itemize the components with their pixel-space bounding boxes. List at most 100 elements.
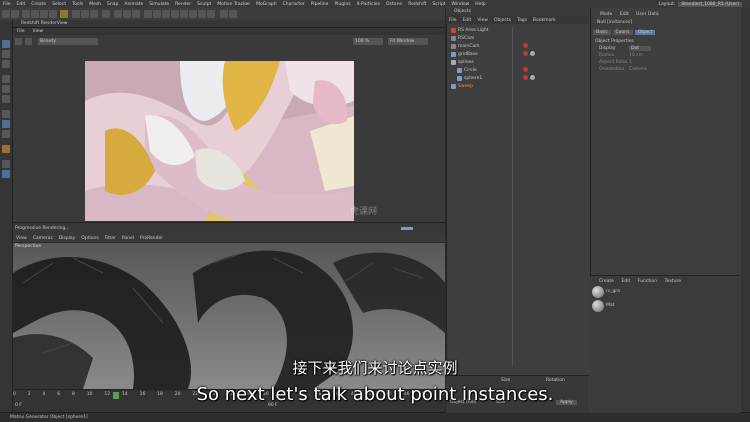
solo-icon[interactable]	[2, 160, 10, 168]
material-sphere-icon[interactable]	[592, 300, 604, 312]
menu-animate[interactable]: Animate	[121, 2, 146, 7]
obj-menu-objects[interactable]: Objects	[491, 18, 514, 23]
redo-icon[interactable]	[11, 10, 19, 18]
render-start-icon[interactable]	[15, 38, 22, 45]
menu-motion-tracker[interactable]: Motion Tracker	[214, 2, 253, 7]
render-tag-icon[interactable]	[523, 43, 528, 48]
menu-file[interactable]: File	[0, 2, 14, 7]
prop-display-value[interactable]: Dot	[629, 46, 651, 51]
texture-mode-icon[interactable]	[2, 50, 10, 58]
object-row-gridbase[interactable]: gridBase	[447, 51, 588, 58]
sculpt-icon[interactable]	[2, 145, 10, 153]
render-stop-icon[interactable]	[25, 38, 32, 45]
scale-tool-icon[interactable]	[40, 10, 48, 18]
menu-octane[interactable]: Octane	[383, 2, 405, 7]
menu-window[interactable]: Window	[449, 2, 473, 7]
menu-select[interactable]: Select	[49, 2, 69, 7]
viewport-menu-panel[interactable]: Panel	[119, 236, 137, 241]
tab-object[interactable]: Object	[634, 30, 656, 35]
viewport-menu-options[interactable]: Options	[78, 236, 101, 241]
object-row-splines[interactable]: splines	[447, 59, 588, 66]
object-row-sphere1[interactable]: sphere1	[447, 75, 588, 82]
obj-menu-edit[interactable]: Edit	[460, 18, 475, 23]
render-settings-icon[interactable]	[132, 10, 140, 18]
obj-menu-bookmark[interactable]: Bookmark	[530, 18, 559, 23]
menu-mesh[interactable]: Mesh	[86, 2, 104, 7]
obj-menu-view[interactable]: View	[474, 18, 491, 23]
attr-menu-user-data[interactable]: User Data	[633, 12, 661, 17]
deformer-icon[interactable]	[180, 10, 188, 18]
zoom-field[interactable]: 100 %	[353, 38, 383, 45]
menu-edit[interactable]: Edit	[14, 2, 29, 7]
menu-snap[interactable]: Snap	[104, 2, 121, 7]
menu-create[interactable]: Create	[28, 2, 49, 7]
menu-simulate[interactable]: Simulate	[146, 2, 172, 7]
model-mode-icon[interactable]	[2, 40, 10, 48]
material-sphere-icon[interactable]	[592, 286, 604, 298]
menu-mograph[interactable]: MoGraph	[253, 2, 279, 7]
attr-menu-mode[interactable]: Mode	[597, 12, 615, 17]
undo-icon[interactable]	[2, 10, 10, 18]
viewport-menu-filter[interactable]: Filter	[102, 236, 119, 241]
menu-redshift[interactable]: Redshift	[405, 2, 429, 7]
tab-basic[interactable]: Basic	[593, 30, 611, 35]
render-tag-icon[interactable]	[523, 51, 528, 56]
viewport-menu-cameras[interactable]: Cameras	[30, 236, 56, 241]
renderview-menu-view[interactable]: View	[29, 29, 48, 34]
points-mode-icon[interactable]	[2, 75, 10, 83]
viewport-menu-prorender[interactable]: ProRender	[137, 236, 166, 241]
object-row-maincam[interactable]: mainCam	[447, 43, 588, 50]
render-view-icon[interactable]	[114, 10, 122, 18]
redshift-icon[interactable]	[220, 10, 228, 18]
material-tag-icon[interactable]	[530, 75, 535, 80]
material-name[interactable]: Mat	[606, 303, 614, 308]
prop-radius-value[interactable]: 10 cm	[629, 53, 643, 58]
render-picture-viewer-icon[interactable]	[123, 10, 131, 18]
material-tag-icon[interactable]	[530, 51, 535, 56]
lock-workplane-icon[interactable]	[2, 130, 10, 138]
edges-mode-icon[interactable]	[2, 85, 10, 93]
floor-icon[interactable]	[189, 10, 197, 18]
y-axis-icon[interactable]	[81, 10, 89, 18]
obj-menu-tags[interactable]: Tags	[514, 18, 530, 23]
menu-help[interactable]: Help	[472, 2, 488, 7]
polygons-mode-icon[interactable]	[2, 95, 10, 103]
menu-pipeline[interactable]: Pipeline	[308, 2, 332, 7]
snap-icon[interactable]	[2, 120, 10, 128]
menu-plugins[interactable]: Plugins	[331, 2, 353, 7]
render-tag-icon[interactable]	[523, 75, 528, 80]
aov-dropdown[interactable]: Beauty	[38, 38, 98, 45]
light-icon[interactable]	[207, 10, 215, 18]
mat-menu-texture[interactable]: Texture	[662, 279, 684, 284]
workplane-icon[interactable]	[2, 60, 10, 68]
object-row-sweep[interactable]: Sweep	[447, 83, 588, 90]
menu-sculpt[interactable]: Sculpt	[194, 2, 214, 7]
coordinate-system-icon[interactable]	[102, 10, 110, 18]
camera-icon[interactable]	[198, 10, 206, 18]
layout-dropdown[interactable]: Standard_1080_R5 (User)	[678, 1, 742, 7]
viewport-menu-view[interactable]: View	[13, 236, 30, 241]
object-row-circle[interactable]: Circle	[447, 67, 588, 74]
tab-coord[interactable]: Coord.	[612, 30, 634, 35]
prop-aspect-value[interactable]: 1	[629, 60, 632, 65]
octane-icon[interactable]	[229, 10, 237, 18]
cube-icon[interactable]	[144, 10, 152, 18]
material-name[interactable]: rs_gra	[606, 289, 620, 294]
fit-window-dropdown[interactable]: Fit Window	[388, 38, 428, 45]
pen-icon[interactable]	[153, 10, 161, 18]
menu-character[interactable]: Character	[280, 2, 308, 7]
subdivision-icon[interactable]	[162, 10, 170, 18]
obj-menu-file[interactable]: File	[446, 18, 460, 23]
object-row-rs-area-light[interactable]: RS Area Light	[447, 27, 588, 34]
x-axis-icon[interactable]	[72, 10, 80, 18]
menu-tools[interactable]: Tools	[69, 2, 86, 7]
menu-x-particles[interactable]: X-Particles	[354, 2, 383, 7]
z-axis-icon[interactable]	[90, 10, 98, 18]
prop-orientation-value[interactable]: Camera	[629, 67, 647, 72]
mat-menu-edit[interactable]: Edit	[619, 279, 634, 284]
viewport-solo-icon[interactable]	[2, 170, 10, 178]
menu-script[interactable]: Script	[429, 2, 448, 7]
object-row-rscam[interactable]: RSCam	[447, 35, 588, 42]
select-tool-icon[interactable]	[22, 10, 30, 18]
move-tool-icon[interactable]	[31, 10, 39, 18]
